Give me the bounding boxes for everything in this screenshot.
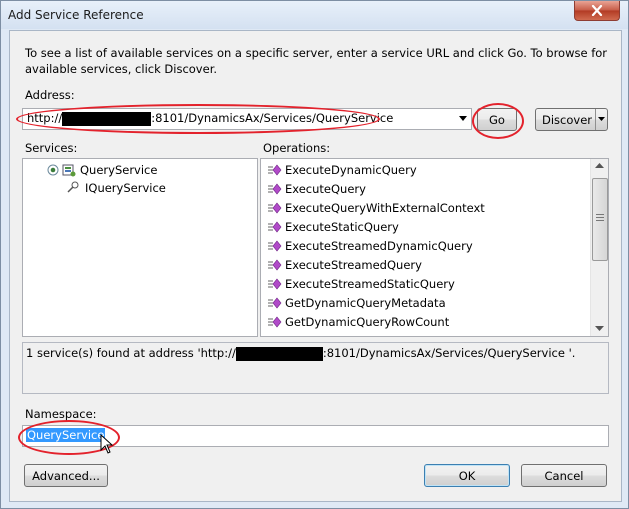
operation-label: ExecuteStaticQuery (285, 219, 399, 234)
ok-button[interactable]: OK (424, 464, 510, 487)
scroll-thumb[interactable] (592, 178, 608, 261)
operation-item[interactable]: GetDynamicQueryMetadata (268, 293, 446, 312)
advanced-button[interactable]: Advanced... (24, 464, 108, 487)
redacted-host (235, 346, 323, 361)
discover-button[interactable]: Discover (535, 108, 608, 131)
mouse-cursor-icon (100, 434, 114, 454)
window-title: Add Service Reference (8, 8, 144, 22)
address-combobox[interactable]: http:// :8101/DynamicsAx/Services/QuerySe… (22, 108, 472, 130)
operation-label: ExecuteQuery (285, 181, 366, 196)
intro-text: To see a list of available services on a… (25, 46, 608, 76)
operation-item[interactable]: ExecuteDynamicQuery (268, 160, 417, 179)
close-icon (591, 5, 603, 16)
tree-item-iqueryservice[interactable]: IQueryService (65, 179, 166, 196)
go-button[interactable]: Go (477, 108, 517, 131)
operations-label: Operations: (263, 141, 331, 155)
operation-label: ExecuteStreamedStaticQuery (285, 276, 455, 291)
address-value-prefix: http:// (27, 111, 63, 125)
operation-item[interactable]: ExecuteStaticQuery (268, 217, 399, 236)
split-divider (595, 109, 596, 130)
operation-icon (268, 297, 282, 308)
operations-list[interactable]: ExecuteDynamicQuery ExecuteQuery ExecuteQu… (260, 158, 609, 337)
cancel-button[interactable]: Cancel (521, 464, 607, 487)
interface-name: IQueryService (85, 180, 166, 195)
title-bar: Add Service Reference (1, 1, 628, 29)
services-tree[interactable]: QueryService IQueryService (22, 158, 258, 337)
operation-label: ExecuteStreamedQuery (285, 257, 422, 272)
service-icon (62, 164, 76, 176)
operation-item[interactable]: ExecuteStreamedStaticQuery (268, 274, 455, 293)
operation-item[interactable]: ExecuteQueryWithExternalContext (268, 198, 485, 217)
operation-label: ExecuteDynamicQuery (285, 162, 417, 177)
interface-icon (67, 181, 79, 193)
operation-icon (268, 278, 282, 289)
operation-icon (268, 240, 282, 251)
tree-item-queryservice[interactable]: QueryService (47, 161, 157, 178)
operation-item[interactable]: ExecuteStreamedDynamicQuery (268, 236, 473, 255)
operation-label: GetDynamicQueryMetadata (285, 295, 446, 310)
operations-items: ExecuteDynamicQuery ExecuteQuery ExecuteQu… (261, 160, 590, 336)
status-box: 1 service(s) found at address 'http:// :8… (22, 342, 609, 394)
operations-scrollbar[interactable] (590, 159, 608, 336)
scroll-up-icon[interactable] (595, 163, 604, 168)
operation-item[interactable]: GetDynamicQueryRowCount (268, 312, 449, 331)
namespace-value: QueryService (26, 428, 106, 442)
scroll-down-icon[interactable] (595, 326, 604, 331)
operation-label: ExecuteQueryWithExternalContext (285, 200, 485, 215)
operation-icon (268, 259, 282, 270)
operation-item[interactable]: ExecuteQuery (268, 179, 366, 198)
add-service-reference-dialog: Add Service Reference To see a list of a… (0, 0, 629, 509)
expand-collapse-icon[interactable] (47, 164, 59, 176)
discover-label: Discover (542, 112, 593, 127)
grip-line (596, 217, 604, 218)
dropdown-arrow-icon[interactable] (459, 116, 467, 121)
operation-icon (268, 202, 282, 213)
operation-icon (268, 316, 282, 327)
services-label: Services: (25, 141, 78, 155)
operation-label: ExecuteStreamedDynamicQuery (285, 238, 473, 253)
grip-line (596, 214, 604, 215)
grip-line (596, 220, 604, 221)
address-value: http:// :8101/DynamicsAx/Services/QuerySe… (27, 111, 393, 126)
service-name: QueryService (80, 162, 158, 177)
dropdown-arrow-icon[interactable] (598, 117, 605, 121)
redacted-host (62, 111, 152, 126)
operation-icon (268, 183, 282, 194)
operation-icon (268, 164, 282, 175)
dialog-body: To see a list of available services on a… (9, 30, 622, 502)
status-prefix: 1 service(s) found at address 'http:// (26, 346, 236, 360)
status-text: 1 service(s) found at address 'http:// :8… (26, 346, 575, 361)
operation-item[interactable]: ExecuteStreamedQuery (268, 255, 422, 274)
operation-label: GetDynamicQueryRowCount (285, 314, 450, 329)
close-button[interactable] (574, 1, 620, 21)
namespace-label: Namespace: (25, 407, 97, 421)
status-suffix: :8101/DynamicsAx/Services/QueryService '… (322, 346, 576, 360)
address-label: Address: (25, 88, 75, 102)
operation-icon (268, 221, 282, 232)
address-value-suffix: :8101/DynamicsAx/Services/QueryService (151, 111, 394, 125)
